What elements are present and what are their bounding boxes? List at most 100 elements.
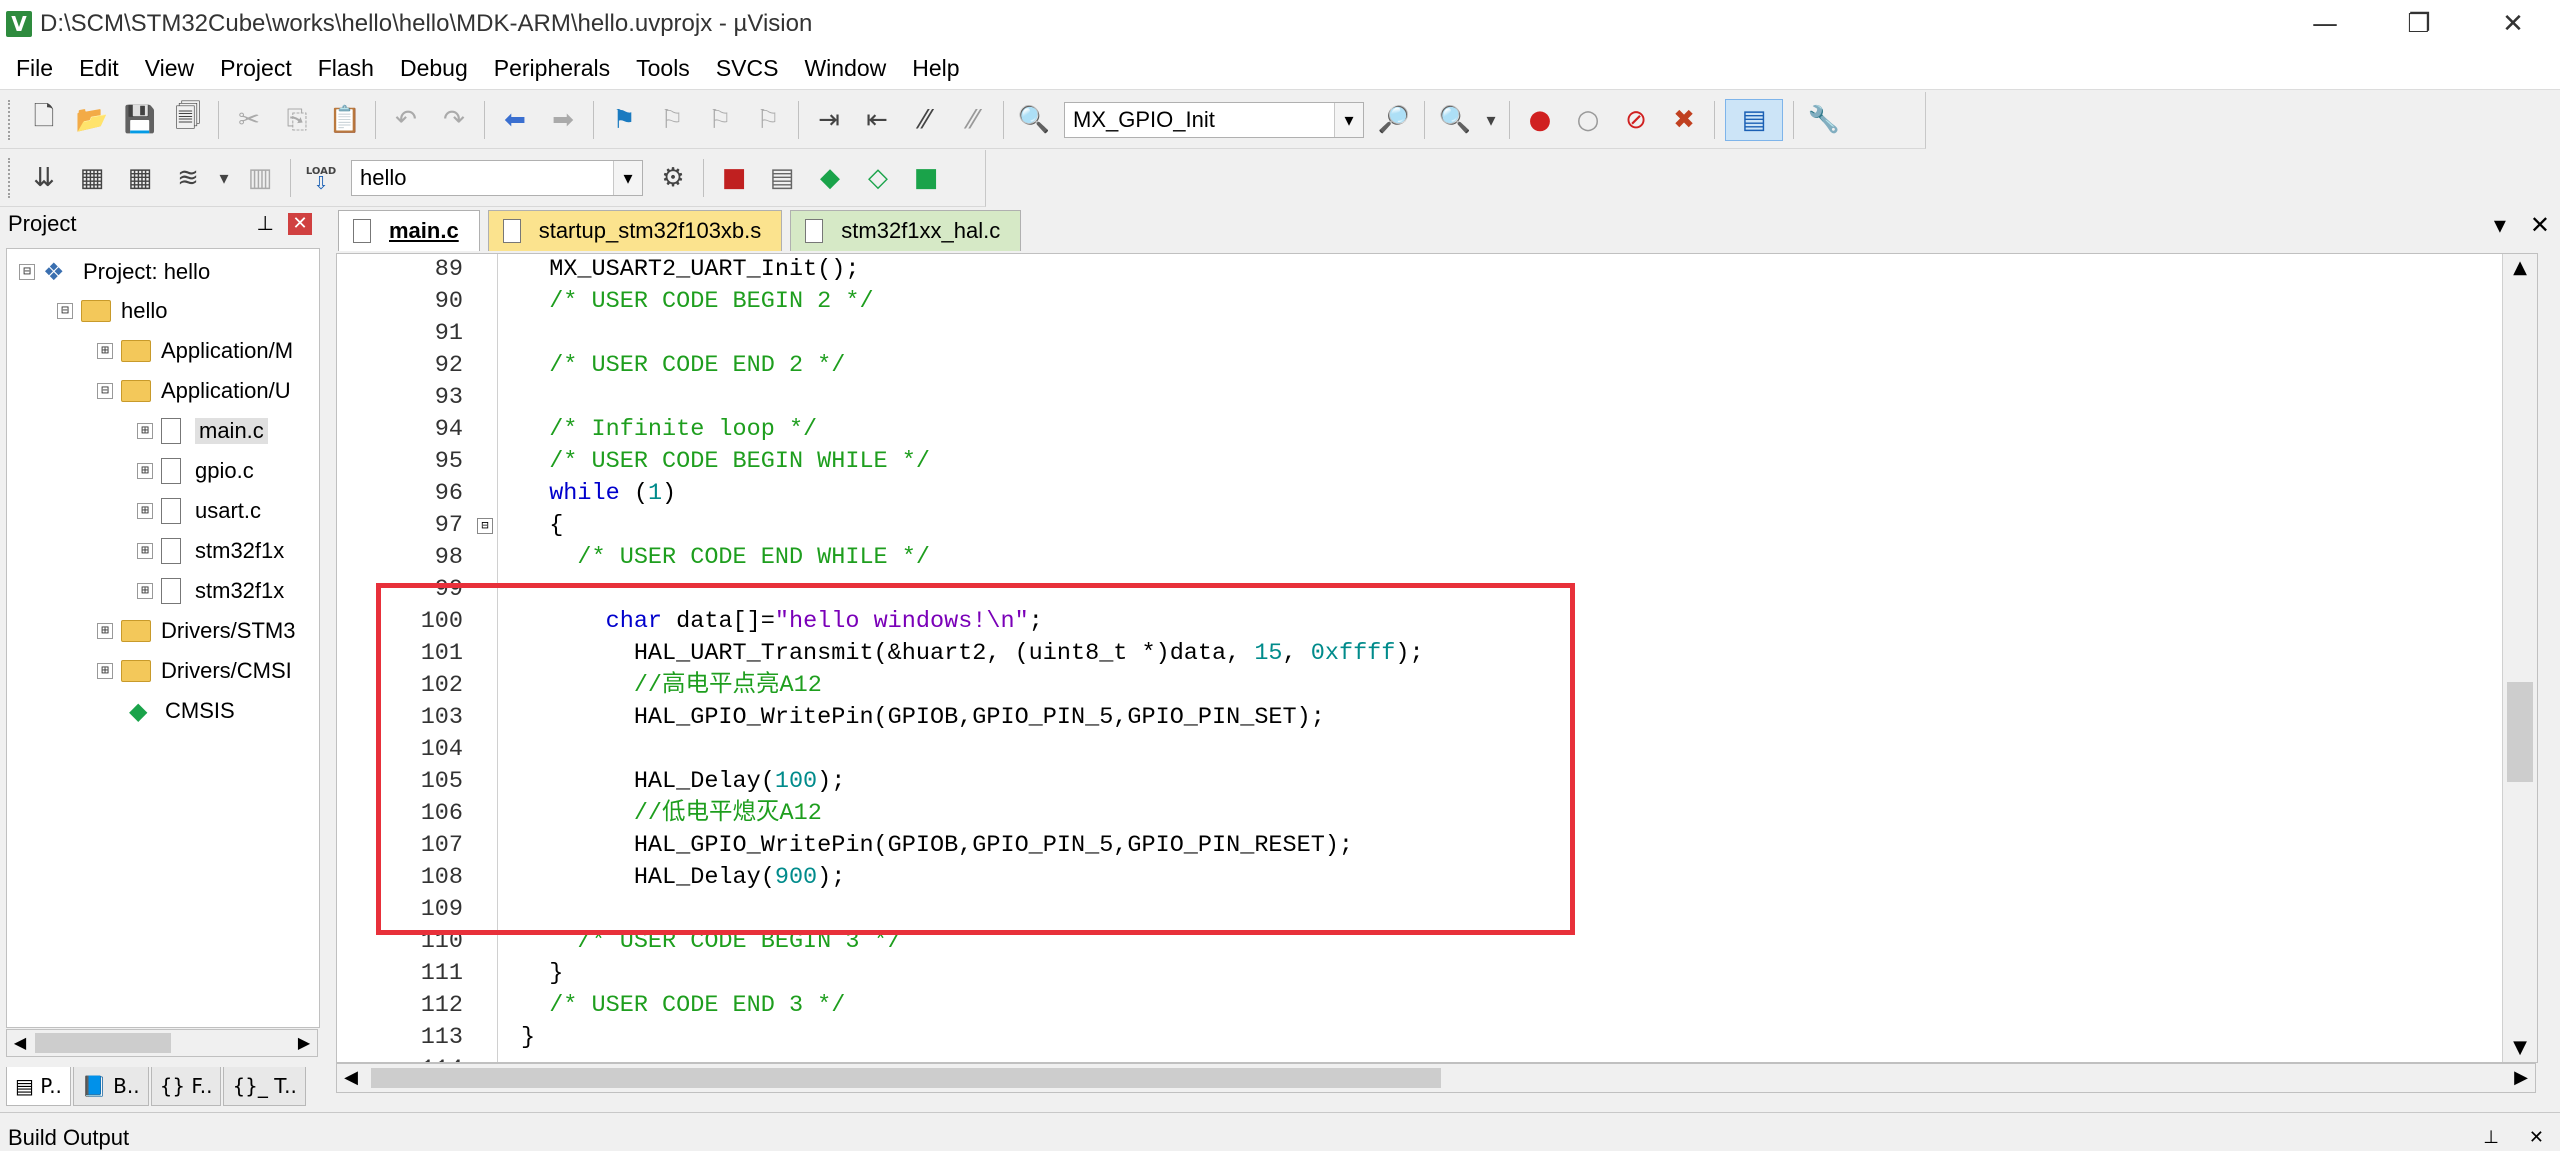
target-combo[interactable]: hello ▾ [351, 160, 643, 196]
build-icon[interactable]: ▦ [72, 158, 112, 198]
restore-button[interactable]: ❐ [2372, 0, 2466, 47]
kill-all-breakpoints-icon[interactable]: ✖ [1664, 100, 1704, 140]
tab-stm32f1xx-hal-c[interactable]: stm32f1xx_hal.c [790, 210, 1022, 251]
editor-vertical-scrollbar[interactable]: ▲ ▼ [2502, 254, 2537, 1062]
navigate-forward-icon[interactable]: ➡ [543, 100, 583, 140]
scroll-left-icon[interactable]: ◀ [337, 1064, 365, 1092]
target-options-icon[interactable]: ⚙ [653, 158, 693, 198]
debug-session-icon[interactable]: 🔍 [1435, 100, 1475, 140]
undo-icon[interactable]: ↶ [386, 100, 426, 140]
menu-peripherals[interactable]: Peripherals [481, 47, 623, 89]
indent-icon[interactable]: ⇥ [809, 100, 849, 140]
cut-icon[interactable]: ✂ [229, 100, 269, 140]
scroll-down-icon[interactable]: ▼ [2503, 1034, 2537, 1062]
expand-icon[interactable]: ⊞ [137, 463, 153, 479]
tree-item-main-c[interactable]: ⊞ main.c [137, 412, 268, 450]
clear-bookmarks-icon[interactable]: ⚐ [748, 100, 788, 140]
tab-project[interactable]: ▤ P.. [6, 1067, 71, 1106]
scroll-right-icon[interactable]: ▶ [291, 1030, 317, 1056]
expand-icon[interactable]: ⊞ [137, 543, 153, 559]
fold-collapse-icon[interactable]: ⊟ [477, 518, 493, 534]
tree-item-project[interactable]: ⊟ ❖ Project: hello [19, 253, 210, 291]
chevron-down-icon[interactable]: ▾ [1483, 100, 1499, 140]
project-horizontal-scrollbar[interactable]: ◀ ▶ [6, 1029, 318, 1057]
collapse-icon[interactable]: ⊟ [57, 303, 73, 319]
toolbar-grip[interactable] [8, 100, 14, 140]
batch-build-icon[interactable]: ≋ [168, 158, 208, 198]
chevron-down-icon[interactable]: ▾ [216, 158, 232, 198]
tab-main-c[interactable]: main.c [338, 210, 480, 251]
close-tab-icon[interactable]: ✕ [2530, 211, 2550, 239]
copy-icon[interactable]: ⎘ [277, 100, 317, 140]
redo-icon[interactable]: ↷ [434, 100, 474, 140]
collapse-icon[interactable]: ⊟ [97, 383, 113, 399]
paste-icon[interactable]: 📋 [325, 100, 365, 140]
expand-icon[interactable]: ⊞ [97, 623, 113, 639]
expand-icon[interactable]: ⊞ [137, 423, 153, 439]
tree-item-usart-c[interactable]: ⊞ usart.c [137, 492, 261, 530]
editor-horizontal-scrollbar[interactable]: ◀ ▶ [336, 1063, 2536, 1093]
rebuild-icon[interactable]: ▦ [120, 158, 160, 198]
tree-item-application-user[interactable]: ⊟ Application/U [97, 372, 291, 410]
menu-flash[interactable]: Flash [305, 47, 387, 89]
menu-file[interactable]: File [0, 47, 66, 89]
next-bookmark-icon[interactable]: ⚐ [700, 100, 740, 140]
pin-icon[interactable]: ⊥ [257, 211, 274, 235]
scroll-up-icon[interactable]: ▲ [2503, 254, 2537, 282]
pack-installer-icon[interactable]: ◇ [858, 158, 898, 198]
insert-bookmark-icon[interactable]: ⚑ [604, 100, 644, 140]
navigate-back-icon[interactable]: ⬅ [495, 100, 535, 140]
insert-breakpoint-icon[interactable]: ● [1520, 100, 1560, 140]
function-combo[interactable]: MX_GPIO_Init ▾ [1064, 102, 1364, 138]
expand-icon[interactable]: ⊞ [97, 663, 113, 679]
find-in-files-icon[interactable]: 🔍 [1014, 100, 1054, 140]
tree-item-target[interactable]: ⊟ hello [57, 292, 167, 330]
menu-help[interactable]: Help [899, 47, 972, 89]
menu-tools[interactable]: Tools [623, 47, 703, 89]
uncomment-selection-icon[interactable]: ⁄⁄ [953, 100, 993, 140]
find-icon[interactable]: 🔎 [1374, 100, 1414, 140]
tab-books[interactable]: 📘 B.. [72, 1067, 149, 1106]
expand-icon[interactable]: ⊞ [97, 343, 113, 359]
configuration-wrench-icon[interactable]: 🔧 [1804, 100, 1844, 140]
tab-startup-stm32f103xb-s[interactable]: startup_stm32f103xb.s [487, 210, 783, 251]
menu-view[interactable]: View [132, 47, 207, 89]
open-file-icon[interactable]: 📂 [72, 100, 112, 140]
tree-item-stm32f1xx-msp[interactable]: ⊞ stm32f1x [137, 572, 284, 610]
menu-debug[interactable]: Debug [387, 47, 481, 89]
window-layout-icon[interactable]: ▤ [1725, 99, 1783, 141]
tree-item-stm32f1xx-it[interactable]: ⊞ stm32f1x [137, 532, 284, 570]
disable-all-breakpoints-icon[interactable]: ⊘ [1616, 100, 1656, 140]
select-packs-icon[interactable]: ◆ [810, 158, 850, 198]
tree-item-cmsis[interactable]: ◆ CMSIS [129, 692, 235, 730]
close-panel-icon[interactable]: ✕ [2529, 1127, 2544, 1148]
collapse-icon[interactable]: ⊟ [19, 264, 35, 280]
scroll-right-icon[interactable]: ▶ [2507, 1064, 2535, 1092]
scroll-left-icon[interactable]: ◀ [7, 1030, 33, 1056]
previous-bookmark-icon[interactable]: ⚐ [652, 100, 692, 140]
manage-components-icon[interactable]: ■ [714, 158, 754, 198]
expand-icon[interactable]: ⊞ [137, 503, 153, 519]
tab-templates[interactable]: {}_ T.. [223, 1067, 306, 1106]
tree-item-application-mdk[interactable]: ⊞ Application/M [97, 332, 293, 370]
download-load-icon[interactable]: LOAD ⇩ [301, 158, 341, 198]
pin-icon[interactable]: ⊥ [2483, 1127, 2499, 1148]
scrollbar-thumb[interactable] [35, 1033, 171, 1053]
save-icon[interactable]: 💾 [120, 100, 160, 140]
tree-item-gpio-c[interactable]: ⊞ gpio.c [137, 452, 254, 490]
menu-project[interactable]: Project [207, 47, 305, 89]
disable-breakpoint-icon[interactable]: ○ [1568, 100, 1608, 140]
unindent-icon[interactable]: ⇤ [857, 100, 897, 140]
tree-item-drivers-stm32[interactable]: ⊞ Drivers/STM3 [97, 612, 295, 650]
menu-svcs[interactable]: SVCS [703, 47, 792, 89]
tree-item-drivers-cmsis[interactable]: ⊞ Drivers/CMSI [97, 652, 292, 690]
tab-functions[interactable]: {} F.. [150, 1067, 222, 1106]
close-window-button[interactable]: ✕ [2466, 0, 2560, 47]
stop-build-icon[interactable]: ▥ [240, 158, 280, 198]
expand-icon[interactable]: ⊞ [137, 583, 153, 599]
close-panel-icon[interactable]: ✕ [288, 213, 312, 235]
chevron-down-icon[interactable]: ▾ [613, 161, 642, 195]
menu-edit[interactable]: Edit [66, 47, 132, 89]
software-packs-icon[interactable]: ■ [906, 158, 946, 198]
scrollbar-thumb[interactable] [371, 1068, 1441, 1088]
